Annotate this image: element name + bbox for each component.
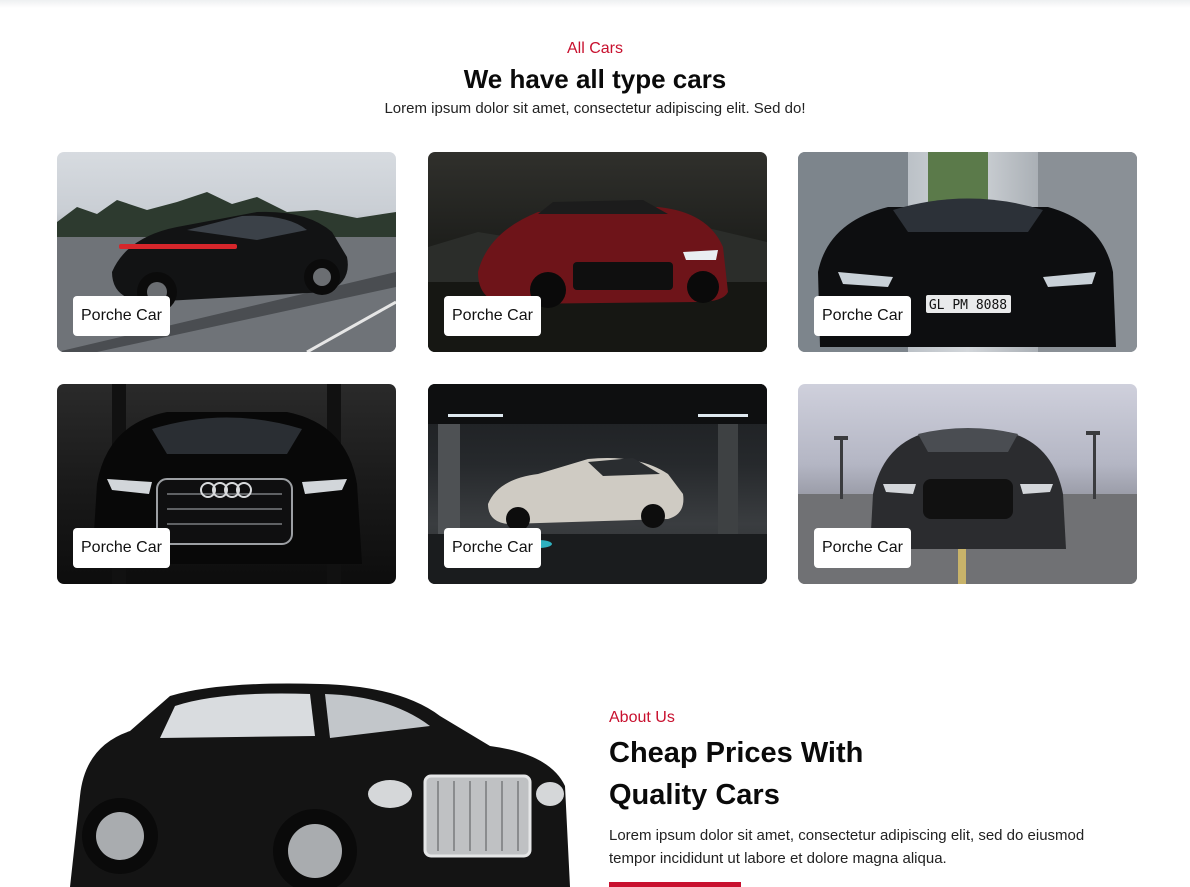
about-title-line2: Quality Cars	[609, 779, 780, 811]
license-plate: GL PM 8088	[929, 298, 1007, 313]
about-text: Lorem ipsum dolor sit amet, consectetur …	[609, 827, 1085, 867]
car-card-label: Porche Car	[444, 296, 541, 336]
about-car-image	[70, 683, 570, 887]
car-card[interactable]: Porche Car	[428, 152, 767, 352]
car-card-label: Porche Car	[814, 296, 911, 336]
car-card[interactable]: Porche Car	[798, 384, 1137, 584]
car-card-label: Porche Car	[73, 528, 170, 568]
car-card-label: Porche Car	[814, 528, 911, 568]
car-card[interactable]: GL PM 8088 Porche Car	[798, 152, 1137, 352]
about-accent-bar	[609, 882, 741, 887]
car-card-label: Porche Car	[73, 296, 170, 336]
all-cars-eyebrow: All Cars	[566, 40, 623, 57]
all-cars-section: All Cars We have all type cars Lorem ips…	[0, 0, 1190, 600]
car-card[interactable]: Porche Car	[57, 384, 396, 584]
about-title: Cheap Prices With Quality Cars	[609, 732, 1029, 816]
all-cars-title: We have all type cars	[463, 64, 727, 94]
about-eyebrow: About Us	[609, 709, 675, 726]
all-cars-subtitle: Lorem ipsum dolor sit amet, consectetur …	[384, 100, 806, 117]
about-title-line1: Cheap Prices With	[609, 737, 864, 769]
car-card[interactable]: Porche Car	[57, 152, 396, 352]
car-card[interactable]: Porche Car	[428, 384, 767, 584]
car-card-label: Porche Car	[444, 528, 541, 568]
